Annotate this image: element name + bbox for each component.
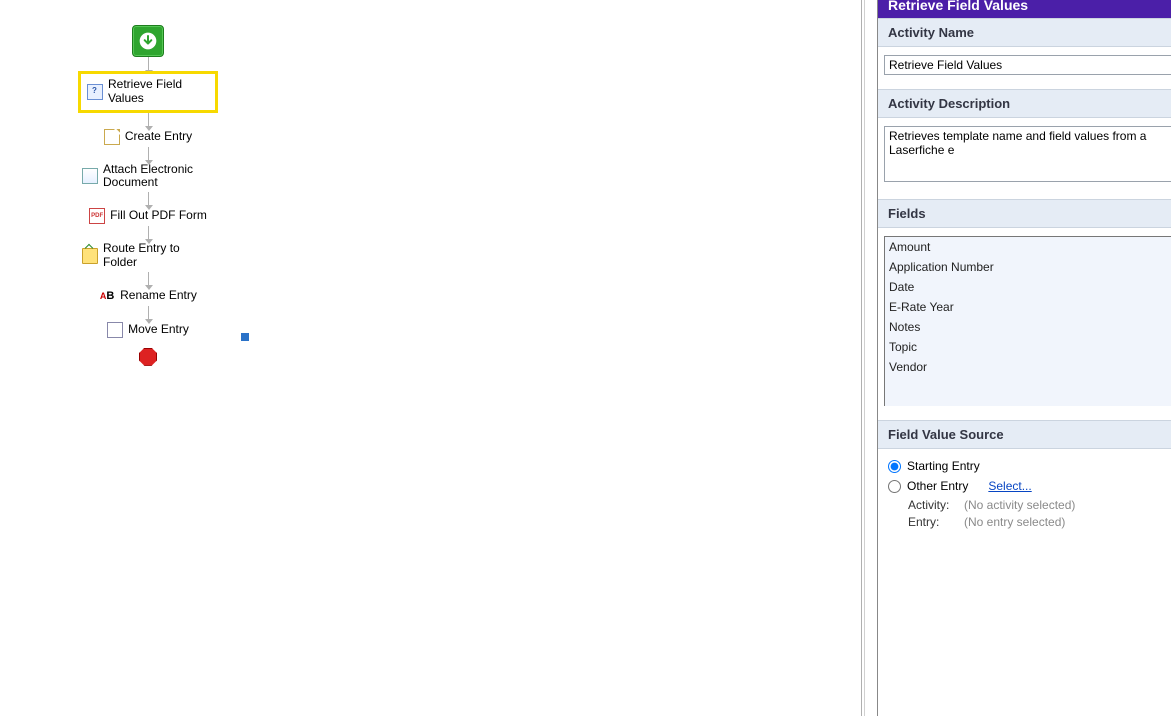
field-item[interactable]: Amount xyxy=(885,237,1171,257)
activity-label: Rename Entry xyxy=(120,289,197,303)
attach-icon xyxy=(82,168,98,184)
section-header-field-value-source: Field Value Source xyxy=(878,420,1171,449)
field-item[interactable]: Vendor xyxy=(885,357,1171,377)
retrieve-icon xyxy=(87,84,103,100)
field-item[interactable]: Notes xyxy=(885,317,1171,337)
radio-other-entry-input[interactable] xyxy=(888,480,901,493)
field-item[interactable]: E-Rate Year xyxy=(885,297,1171,317)
panel-title: Retrieve Field Values xyxy=(878,0,1171,18)
activity-label: Move Entry xyxy=(128,323,189,337)
activity-fill-out-pdf-form[interactable]: PDF Fill Out PDF Form xyxy=(85,206,211,226)
activity-move-entry[interactable]: Move Entry xyxy=(103,320,193,340)
radio-starting-entry-input[interactable] xyxy=(888,460,901,473)
start-icon[interactable] xyxy=(132,25,164,57)
radio-label: Other Entry xyxy=(907,479,968,493)
pdf-icon: PDF xyxy=(89,208,105,224)
stop-icon[interactable] xyxy=(139,348,157,366)
section-header-fields: Fields xyxy=(878,199,1171,228)
field-item[interactable]: Application Number xyxy=(885,257,1171,277)
properties-panel: Retrieve Field Values Activity Name Acti… xyxy=(877,0,1171,716)
sub-label-activity: Activity: xyxy=(908,497,958,514)
sub-value-entry: (No entry selected) xyxy=(964,514,1065,531)
activity-description-input[interactable] xyxy=(884,126,1171,182)
activity-label: Attach Electronic Document xyxy=(103,163,214,191)
activity-name-input[interactable] xyxy=(884,55,1171,75)
sub-label-entry: Entry: xyxy=(908,514,958,531)
activity-route-entry-to-folder[interactable]: Route Entry to Folder xyxy=(78,240,218,272)
section-header-activity-name: Activity Name xyxy=(878,18,1171,47)
section-header-activity-description: Activity Description xyxy=(878,89,1171,118)
activity-rename-entry[interactable]: AB Rename Entry xyxy=(95,286,201,306)
sub-value-activity: (No activity selected) xyxy=(964,497,1075,514)
activity-attach-electronic-document[interactable]: Attach Electronic Document xyxy=(78,161,218,193)
activity-label: Fill Out PDF Form xyxy=(110,209,207,223)
workflow-canvas[interactable]: Retrieve Field Values Create Entry Attac… xyxy=(0,0,865,716)
activity-label: Retrieve Field Values xyxy=(108,78,193,106)
rename-icon: AB xyxy=(99,288,115,304)
radio-starting-entry[interactable]: Starting Entry xyxy=(884,457,1171,477)
folder-route-icon xyxy=(82,248,98,264)
activity-retrieve-field-values[interactable]: Retrieve Field Values xyxy=(78,71,218,113)
select-entry-link[interactable]: Select... xyxy=(988,479,1031,493)
radio-label: Starting Entry xyxy=(907,459,980,473)
activity-label: Create Entry xyxy=(125,130,192,144)
activity-create-entry[interactable]: Create Entry xyxy=(100,127,196,147)
field-item[interactable]: Date xyxy=(885,277,1171,297)
field-item[interactable]: Topic xyxy=(885,337,1171,357)
move-icon xyxy=(107,322,123,338)
new-document-icon xyxy=(104,129,120,145)
fields-listbox[interactable]: AmountApplication NumberDateE-Rate YearN… xyxy=(884,236,1171,406)
activity-label: Route Entry to Folder xyxy=(103,242,214,270)
